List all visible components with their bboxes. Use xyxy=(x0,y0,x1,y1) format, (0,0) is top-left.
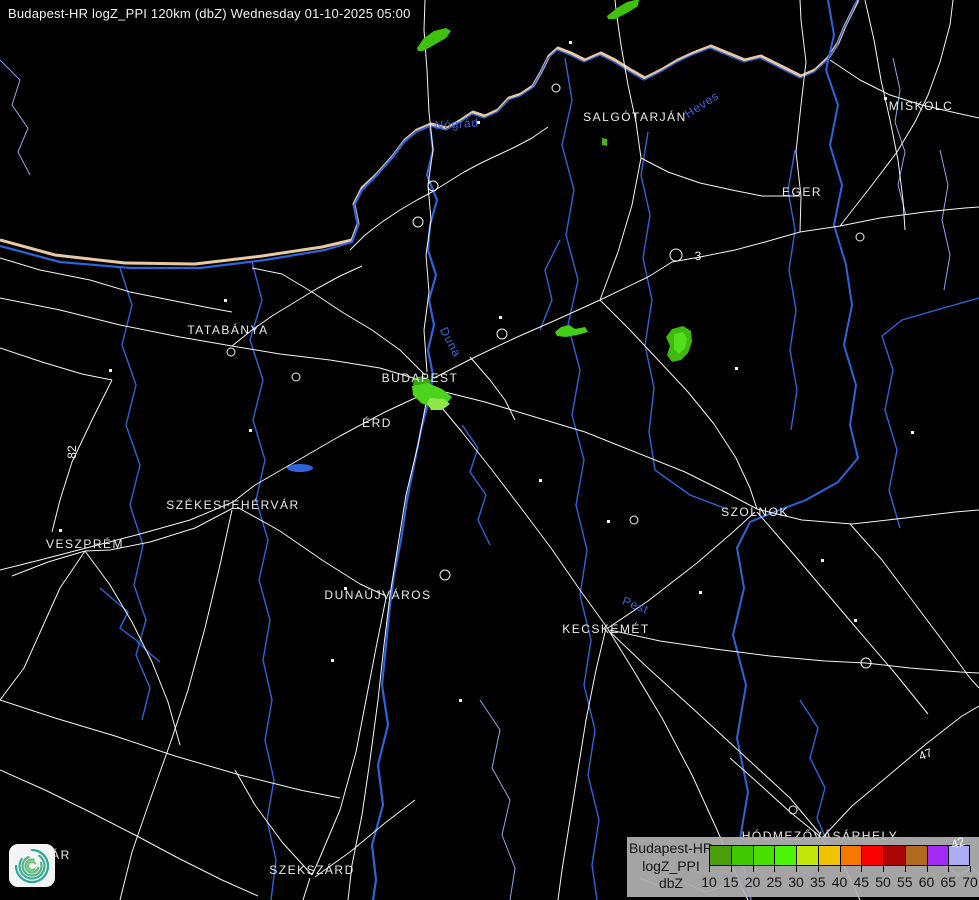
city-label: SZEKSZÁRD xyxy=(269,862,355,877)
radar-viewer: Duna Nógrád Heves Pest 82 3 47 BUDAPEST ÉRD TAT… xyxy=(0,0,979,900)
legend-tick-mark xyxy=(883,866,884,872)
road-number-label: 82 xyxy=(65,445,79,459)
water-label: Pest xyxy=(620,594,650,617)
spiral-icon xyxy=(12,847,52,885)
city-label: EGER xyxy=(782,185,822,199)
legend-tick-mark xyxy=(840,866,841,872)
village-dot-symbols xyxy=(59,41,914,702)
city-label-layer: BUDAPEST ÉRD TATABÁNYA SZÉKESFEHÉRVÁR VESZPR… xyxy=(46,99,953,877)
met-spiral-logo xyxy=(9,844,55,887)
city-label: KECSKEMÉT xyxy=(562,621,650,636)
legend-color-swatches xyxy=(709,845,970,866)
town-ring-symbols xyxy=(227,84,871,814)
legend-swatch xyxy=(883,845,905,866)
city-label: DUNAÚJVÁROS xyxy=(324,587,431,602)
legend-station-name: Budapest-HR xyxy=(627,840,715,856)
road-number-label: 3 xyxy=(695,249,702,263)
city-label: BUDAPEST xyxy=(382,371,459,385)
legend-tick-mark xyxy=(753,866,754,872)
city-label: SZÉKESFEHÉRVÁR xyxy=(166,497,299,512)
legend-product-name: logZ_PPI xyxy=(627,858,715,874)
city-label: MISKOLC xyxy=(889,99,954,113)
legend-tick-mark xyxy=(731,866,732,872)
legend-tick-mark xyxy=(774,866,775,872)
city-label: SZOLNOK xyxy=(721,505,789,519)
echo-speck xyxy=(602,138,607,146)
water-label: Heves xyxy=(682,88,722,120)
legend-swatch xyxy=(861,845,883,866)
legend-swatch xyxy=(840,845,862,866)
echo-northwest xyxy=(417,28,451,51)
city-label: VESZPRÉM xyxy=(46,536,124,551)
legend-tick-mark xyxy=(709,866,710,872)
legend-swatch xyxy=(753,845,775,866)
city-label: TATABÁNYA xyxy=(187,322,268,337)
legend-tick-label: 70 xyxy=(957,874,979,890)
page-title: Budapest-HR logZ_PPI 120km (dbZ) Wednesd… xyxy=(8,6,411,21)
legend-tick-mark xyxy=(970,866,971,872)
legend-tick-mark xyxy=(818,866,819,872)
legend-swatch xyxy=(818,845,840,866)
echo-north xyxy=(607,0,639,19)
legend-tick-mark xyxy=(861,866,862,872)
legend-swatch xyxy=(709,845,731,866)
legend-swatch xyxy=(927,845,949,866)
legend-swatch xyxy=(731,845,753,866)
water-label: Duna xyxy=(437,325,464,360)
city-label: ÉRD xyxy=(362,415,392,430)
legend-tick-mark xyxy=(927,866,928,872)
road-number-label: 47 xyxy=(917,745,935,763)
radar-map-canvas: Duna Nógrád Heves Pest 82 3 47 BUDAPEST ÉRD TAT… xyxy=(0,0,979,900)
water-label: Nógrád xyxy=(434,115,479,132)
city-label: SALGÓTARJÁN xyxy=(583,109,687,124)
legend-tick-mark xyxy=(796,866,797,872)
legend-tick-mark xyxy=(905,866,906,872)
streams-layer xyxy=(0,58,979,900)
echo-mid-west xyxy=(555,325,588,337)
rivers-layer xyxy=(0,0,979,900)
legend-swatch xyxy=(905,845,927,866)
legend-swatch xyxy=(774,845,796,866)
legend-swatch xyxy=(796,845,818,866)
color-scale-legend: Budapest-HR logZ_PPI dbZ 101520253035404… xyxy=(627,837,979,897)
legend-tick-mark xyxy=(948,866,949,872)
